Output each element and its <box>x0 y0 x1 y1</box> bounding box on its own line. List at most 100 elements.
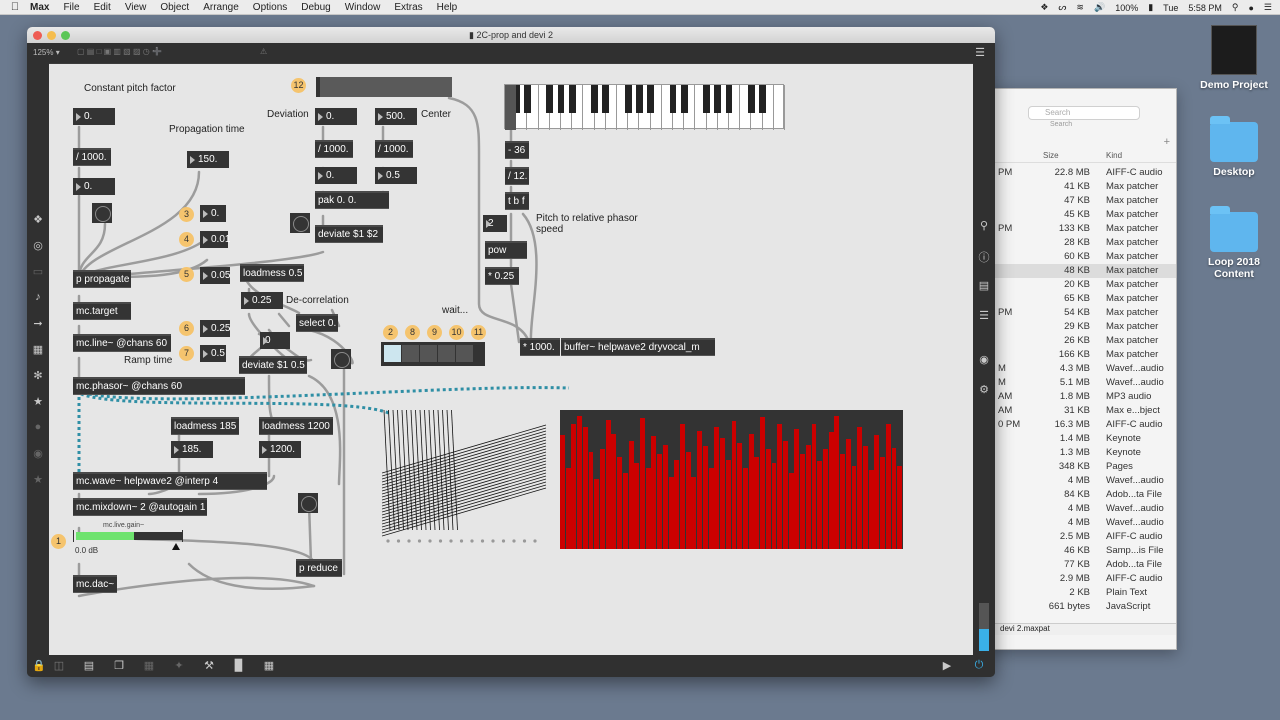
object-p-reduce[interactable]: p reduce <box>296 559 342 577</box>
menu-options[interactable]: Options <box>253 2 287 13</box>
book-icon[interactable]: ▤ <box>976 279 992 292</box>
apps-icon[interactable]: ▦ <box>261 659 277 672</box>
minimize-button[interactable] <box>47 31 56 40</box>
number-3[interactable]: 0. <box>200 205 226 222</box>
finder-row[interactable]: 28 KB Max patcher <box>986 236 1176 250</box>
desktop-icon-demo-project[interactable]: Demo Project <box>1189 25 1279 91</box>
piano-black-key[interactable] <box>591 85 598 113</box>
object-mc-target[interactable]: mc.target <box>73 302 131 320</box>
object-minus-36[interactable]: - 36 <box>505 141 529 159</box>
finder-row[interactable]: 65 KB Max patcher <box>986 292 1176 306</box>
piano-black-key[interactable] <box>624 85 632 113</box>
finder-row[interactable]: 20 KB Max patcher <box>986 278 1176 292</box>
preset-slot[interactable] <box>384 345 401 362</box>
piano-black-key[interactable] <box>703 85 710 113</box>
volume-icon[interactable]: 🔊 <box>1094 2 1105 13</box>
bang-button[interactable] <box>331 349 351 369</box>
piano-black-key[interactable] <box>524 85 531 113</box>
object-div1000-pitch[interactable]: / 1000. <box>73 148 111 166</box>
finder-row[interactable]: 46 KB Samp...is File <box>986 544 1176 558</box>
finder-row[interactable]: 661 bytes JavaScript <box>986 600 1176 614</box>
column-size[interactable]: Size <box>1043 151 1059 160</box>
finder-row[interactable]: 348 KB Pages <box>986 460 1176 474</box>
image-icon[interactable]: ▦ <box>30 343 46 356</box>
zoom-level[interactable]: 125% ▾ <box>33 48 60 57</box>
object-t-b-f[interactable]: t b f <box>505 192 529 210</box>
piano-black-key[interactable] <box>714 85 722 113</box>
piano-black-key[interactable] <box>748 85 755 113</box>
object-buffer[interactable]: buffer~ helpwave2 dryvocal_m <box>561 338 715 356</box>
windows-icon[interactable]: ❐ <box>111 659 127 672</box>
bang-button[interactable] <box>298 493 318 513</box>
piano-black-key[interactable] <box>725 85 733 113</box>
finder-row[interactable]: 4 MB Wavef...audio <box>986 474 1176 488</box>
bang-button[interactable] <box>290 213 310 233</box>
piano-black-key[interactable] <box>602 85 610 113</box>
object-deviate[interactable]: deviate $1 $2 <box>315 225 383 243</box>
preset-slot[interactable] <box>402 345 419 362</box>
finder-row[interactable]: 60 KB Max patcher <box>986 250 1176 264</box>
number-deviation[interactable]: 0. <box>315 108 357 125</box>
number-5[interactable]: 0.05 <box>200 267 230 284</box>
cube-icon[interactable]: ❖ <box>30 213 46 226</box>
number-7[interactable]: 0.5 <box>200 345 226 362</box>
wrench-icon[interactable]: ⚒ <box>201 659 217 672</box>
finder-row[interactable]: 77 KB Adob...ta File <box>986 558 1176 572</box>
presentation-icon[interactable]: ◫ <box>51 659 67 672</box>
desktop-icon-desktop[interactable]: Desktop <box>1189 116 1279 178</box>
object-mc-wave[interactable]: mc.wave~ helpwave2 @interp 4 <box>73 472 267 490</box>
number-dev-scaled[interactable]: 0. <box>315 167 357 184</box>
finder-row[interactable]: 2.9 MB AIFF-C audio <box>986 572 1176 586</box>
preset-slot[interactable] <box>420 345 437 362</box>
patcher-canvas[interactable]: Constant pitch factor Propagation time D… <box>49 64 973 655</box>
number-pitch-factor-out[interactable]: 0. <box>73 178 115 195</box>
list-icon[interactable]: ☰ <box>976 309 992 322</box>
menu-edit[interactable]: Edit <box>94 2 111 13</box>
dropbox-icon[interactable]: ❖ <box>1040 2 1048 13</box>
piano-black-key[interactable] <box>647 85 654 113</box>
menu-extras[interactable]: Extras <box>394 2 422 13</box>
object-mc-dac[interactable]: mc.dac~ <box>73 575 117 593</box>
column-kind[interactable]: Kind <box>1106 151 1122 160</box>
object-pak[interactable]: pak 0. 0. <box>315 191 389 209</box>
finder-row[interactable]: 26 KB Max patcher <box>986 334 1176 348</box>
object-mc-mixdown[interactable]: mc.mixdown~ 2 @autogain 1 <box>73 498 207 516</box>
number-zero[interactable]: 0 <box>260 332 290 349</box>
deviation-slider[interactable] <box>316 77 452 97</box>
apple-icon[interactable]:  <box>0 1 30 13</box>
bluetooth-icon[interactable]: ᔕ <box>1058 2 1066 13</box>
finder-row[interactable]: 4 MB Wavef...audio <box>986 516 1176 530</box>
wifi-icon[interactable]: ≋ <box>1076 2 1084 13</box>
preset-selector[interactable] <box>381 342 485 366</box>
add-icon[interactable]: + <box>1164 136 1170 148</box>
piano-icon[interactable]: ▉ <box>231 659 247 672</box>
number-ramp-1200[interactable]: 1200. <box>259 441 301 458</box>
search-icon[interactable]: ⚲ <box>976 219 992 232</box>
piano-black-key[interactable] <box>568 85 576 113</box>
finder-row[interactable]: 41 KB Max patcher <box>986 180 1176 194</box>
record-icon[interactable]: ◉ <box>30 447 46 460</box>
preset-slot[interactable] <box>456 345 473 362</box>
finder-row[interactable]: PM 54 KB Max patcher <box>986 306 1176 320</box>
finder-row[interactable]: AM 31 KB Max e...bject <box>986 404 1176 418</box>
piano-black-key[interactable] <box>669 85 677 113</box>
number-pitch-factor[interactable]: 0. <box>73 108 115 125</box>
piano-black-key[interactable] <box>546 85 554 113</box>
link-icon[interactable]: ✻ <box>30 369 46 382</box>
number-center-scaled[interactable]: 0.5 <box>375 167 417 184</box>
menu-help[interactable]: Help <box>437 2 458 13</box>
object-mul-025[interactable]: * 0.25 <box>485 267 519 285</box>
object-p-propagate[interactable]: p propagate <box>73 270 131 288</box>
object-div1000-deviation[interactable]: / 1000. <box>315 140 353 158</box>
preset-slot[interactable] <box>438 345 455 362</box>
music-note-icon[interactable]: ♪ <box>30 291 46 303</box>
battery-label[interactable]: 100% <box>1115 3 1138 13</box>
finder-row[interactable]: PM 22.8 MB AIFF-C audio <box>986 166 1176 180</box>
number-4[interactable]: 0.01 <box>200 231 230 248</box>
piano-black-key[interactable] <box>636 85 643 113</box>
number-ramp-185[interactable]: 185. <box>171 441 213 458</box>
finder-row[interactable]: AM 1.8 MB MP3 audio <box>986 390 1176 404</box>
menu-file[interactable]: File <box>63 2 79 13</box>
finder-row[interactable]: 48 KB Max patcher <box>986 264 1176 278</box>
circle-icon[interactable]: ● <box>30 421 46 433</box>
